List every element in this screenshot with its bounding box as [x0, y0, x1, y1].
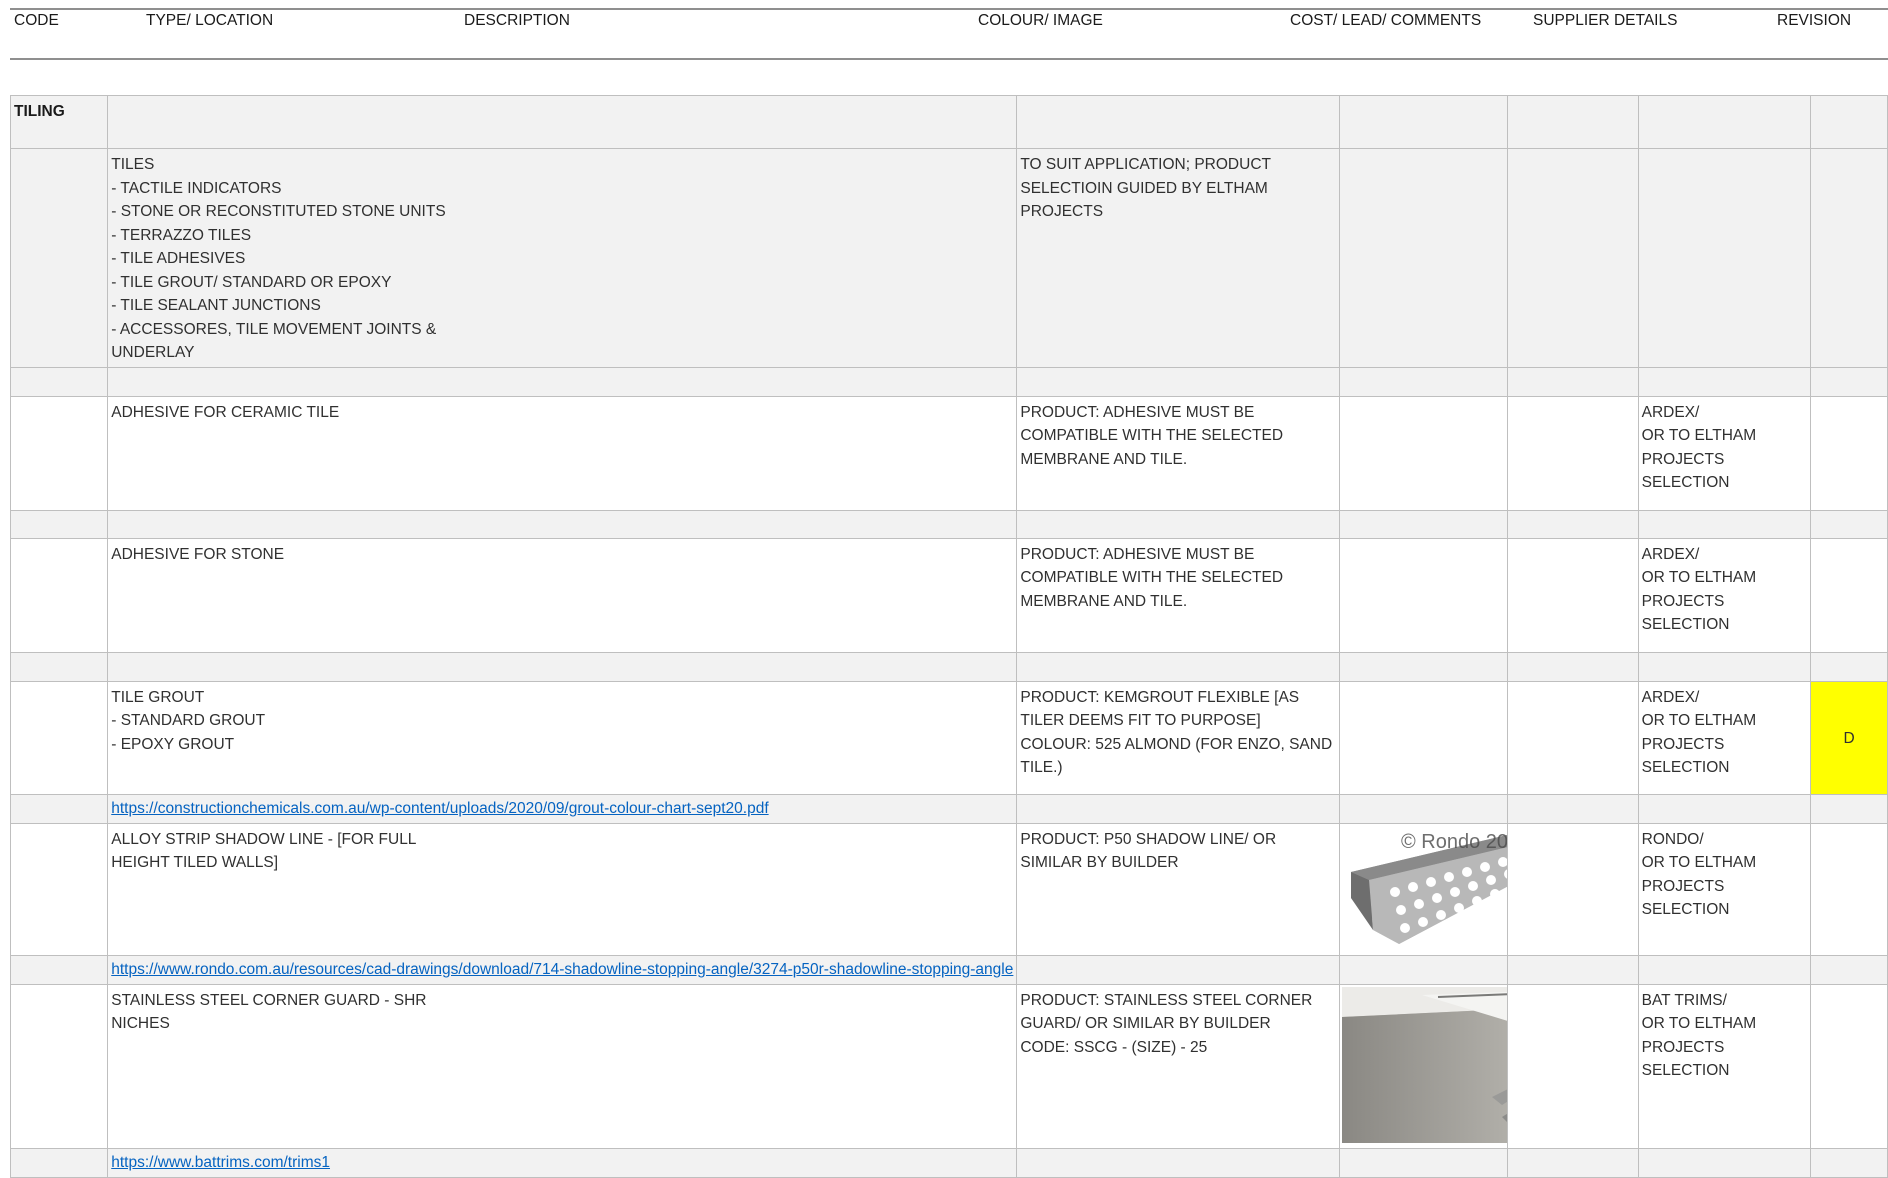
description-cell: TO SUIT APPLICATION; PRODUCT SELECTIOIN … — [1016, 148, 1341, 368]
cell-line: SELECTION — [1641, 759, 1730, 776]
shadow-line-angle-image: © Rondo 2016 — [1351, 831, 1507, 944]
cell-line: SELECTION — [1641, 901, 1730, 918]
cell-line: TILES — [111, 156, 155, 173]
table-row-adhesive-ceramic: ADHESIVE FOR CERAMIC TILE PRODUCT: ADHES… — [9, 395, 1888, 511]
cell-line: PRODUCT: KEMGROUT FLEXIBLE [AS TILER DEE… — [1020, 688, 1300, 730]
table-row-corner-guard: STAINLESS STEEL CORNER GUARD - SHR NICHE… — [9, 983, 1888, 1149]
link-row-grout: https://constructionchemicals.com.au/wp-… — [9, 793, 1888, 824]
type-location-cell: ADHESIVE FOR STONE — [107, 537, 1018, 653]
cell-line: BAT TRIMS/ — [1641, 991, 1727, 1009]
image-watermark: © Rondo 2016 — [1401, 831, 1507, 853]
cell-line: PRODUCT: STAINLESS STEEL CORNER GUARD/ O… — [1020, 991, 1313, 1033]
revision-badge: D — [1810, 680, 1888, 795]
corner-guard-image — [1342, 986, 1507, 1143]
section-row-tiling: TILING — [9, 95, 1888, 149]
type-location-cell: ALLOY STRIP SHADOW LINE - [FOR FULL HEIG… — [107, 822, 1018, 956]
type-location-cell: ADHESIVE FOR CERAMIC TILE — [107, 395, 1018, 511]
link-row-battrims: https://www.battrims.com/trims1 — [9, 1147, 1888, 1178]
cell-line: PRODUCT: P50 SHADOW LINE/ OR SIMILAR BY … — [1020, 830, 1277, 872]
cell-line: COLOUR: 525 ALMOND (FOR ENZO, SAND TILE.… — [1020, 735, 1333, 777]
cell-line: UNDERLAY — [111, 344, 195, 361]
header-top-rule — [10, 8, 1888, 10]
column-header-type-location: TYPE/ LOCATION — [146, 12, 274, 29]
cell-line: TILE GROUT — [111, 688, 205, 706]
cell-line: - TILE SEALANT JUNCTIONS — [111, 297, 321, 314]
supplier-cell: ARDEX/ OR TO ELTHAM PROJECTS SELECTION — [1637, 680, 1812, 795]
cell-line: PROJECTS — [1020, 203, 1104, 220]
cell-line: PRODUCT: ADHESIVE MUST BE COMPATIBLE WIT… — [1020, 403, 1284, 445]
header-bottom-rule — [10, 58, 1888, 60]
description-cell: PRODUCT: KEMGROUT FLEXIBLE [AS TILER DEE… — [1016, 680, 1341, 795]
spacer-row — [9, 651, 1888, 682]
grout-colour-chart-link[interactable]: https://constructionchemicals.com.au/wp-… — [111, 800, 768, 817]
supplier-cell: ARDEX/ OR TO ELTHAM PROJECTS SELECTION — [1637, 395, 1812, 511]
colour-image-cell: © Rondo 2016 — [1339, 822, 1508, 956]
description-cell: PRODUCT: ADHESIVE MUST BE COMPATIBLE WIT… — [1016, 395, 1341, 511]
spacer-row — [9, 509, 1888, 539]
cell-line: MEMBRANE AND TILE. — [1020, 592, 1188, 610]
supplier-cell: ARDEX/ OR TO ELTHAM PROJECTS SELECTION — [1637, 537, 1812, 653]
cell-line: - ACCESSORES, TILE MOVEMENT JOINTS & — [111, 320, 437, 338]
cell-line: SELECTION — [1641, 474, 1730, 491]
cell-line: OR TO ELTHAM PROJECTS — [1641, 854, 1757, 895]
cell-line: NICHES — [111, 1015, 170, 1032]
column-header-supplier-details: SUPPLIER DETAILS — [1533, 12, 1678, 29]
table-row-tiles: TILES - TACTILE INDICATORS - STONE OR RE… — [9, 148, 1888, 368]
column-header-colour-image: COLOUR/ IMAGE — [978, 12, 1103, 29]
cell-line: ADHESIVE FOR STONE — [111, 545, 285, 563]
cell-line: MEMBRANE AND TILE. — [1020, 450, 1188, 468]
cell-line: PRODUCT: ADHESIVE MUST BE COMPATIBLE WIT… — [1020, 545, 1284, 587]
link-row-rondo: https://www.rondo.com.au/resources/cad-d… — [9, 954, 1888, 985]
colour-image-cell — [1339, 983, 1508, 1149]
table-row-tile-grout: TILE GROUT - STANDARD GROUT - EPOXY GROU… — [9, 680, 1888, 795]
cell-line: ARDEX/ — [1641, 545, 1700, 563]
type-location-cell: STAINLESS STEEL CORNER GUARD - SHR NICHE… — [107, 983, 1018, 1149]
description-cell: PRODUCT: P50 SHADOW LINE/ OR SIMILAR BY … — [1016, 822, 1341, 956]
column-header-cost-lead-comments: COST/ LEAD/ COMMENTS — [1290, 12, 1482, 29]
spacer-row — [9, 366, 1888, 397]
column-header-code: CODE — [14, 12, 59, 29]
type-location-cell: TILE GROUT - STANDARD GROUT - EPOXY GROU… — [107, 680, 1018, 795]
cell-line: OR TO ELTHAM PROJECTS — [1641, 569, 1757, 610]
cell-line: HEIGHT TILED WALLS] — [111, 854, 279, 871]
cell-line: ARDEX/ — [1641, 688, 1700, 706]
cell-line: - STANDARD GROUT — [111, 712, 266, 729]
table-row-adhesive-stone: ADHESIVE FOR STONE PRODUCT: ADHESIVE MUS… — [9, 537, 1888, 653]
cell-line: - TILE ADHESIVES — [111, 250, 246, 267]
description-cell: PRODUCT: STAINLESS STEEL CORNER GUARD/ O… — [1016, 983, 1341, 1149]
rondo-cad-drawing-link[interactable]: https://www.rondo.com.au/resources/cad-d… — [111, 961, 1013, 978]
cell-line: ALLOY STRIP SHADOW LINE - [FOR FULL — [111, 830, 417, 848]
column-header-revision: REVISION — [1777, 12, 1852, 29]
cell-line: ARDEX/ — [1641, 403, 1700, 421]
column-header-description: DESCRIPTION — [464, 12, 570, 29]
section-title: TILING — [9, 95, 109, 149]
table-row-shadow-line: ALLOY STRIP SHADOW LINE - [FOR FULL HEIG… — [9, 822, 1888, 956]
battrims-link[interactable]: https://www.battrims.com/trims1 — [111, 1154, 330, 1171]
description-cell: PRODUCT: ADHESIVE MUST BE COMPATIBLE WIT… — [1016, 537, 1341, 653]
cell-line: - TILE GROUT/ STANDARD OR EPOXY — [111, 273, 392, 291]
supplier-cell: BAT TRIMS/ OR TO ELTHAM PROJECTS SELECTI… — [1637, 983, 1812, 1149]
cell-line: - STONE OR RECONSTITUTED STONE UNITS — [111, 203, 446, 220]
cell-line: - TACTILE INDICATORS — [111, 179, 282, 197]
cell-line: - EPOXY GROUT — [111, 735, 235, 753]
cell-line: OR TO ELTHAM PROJECTS — [1641, 712, 1757, 753]
cell-line: OR TO ELTHAM PROJECTS — [1641, 1015, 1757, 1056]
cell-line: OR TO ELTHAM PROJECTS — [1641, 427, 1757, 468]
cell-line: ADHESIVE FOR CERAMIC TILE — [111, 403, 340, 421]
type-location-cell: TILES - TACTILE INDICATORS - STONE OR RE… — [107, 148, 1018, 368]
cell-line: RONDO/ — [1641, 830, 1704, 848]
cell-line: - TERRAZZO TILES — [111, 226, 252, 244]
cell-line: STAINLESS STEEL CORNER GUARD - SHR — [111, 991, 427, 1009]
cell-line: TO SUIT APPLICATION; PRODUCT SELECTIOIN … — [1020, 156, 1271, 197]
cell-line: SELECTION — [1641, 616, 1730, 633]
cell-line: SELECTION — [1641, 1062, 1730, 1079]
cell-line: CODE: SSCG - (SIZE) - 25 — [1020, 1038, 1208, 1056]
finishes-schedule-table: TILING TILES - TACTILE INDICATORS - STON… — [9, 95, 1888, 1178]
supplier-cell: RONDO/ OR TO ELTHAM PROJECTS SELECTION — [1637, 822, 1812, 956]
